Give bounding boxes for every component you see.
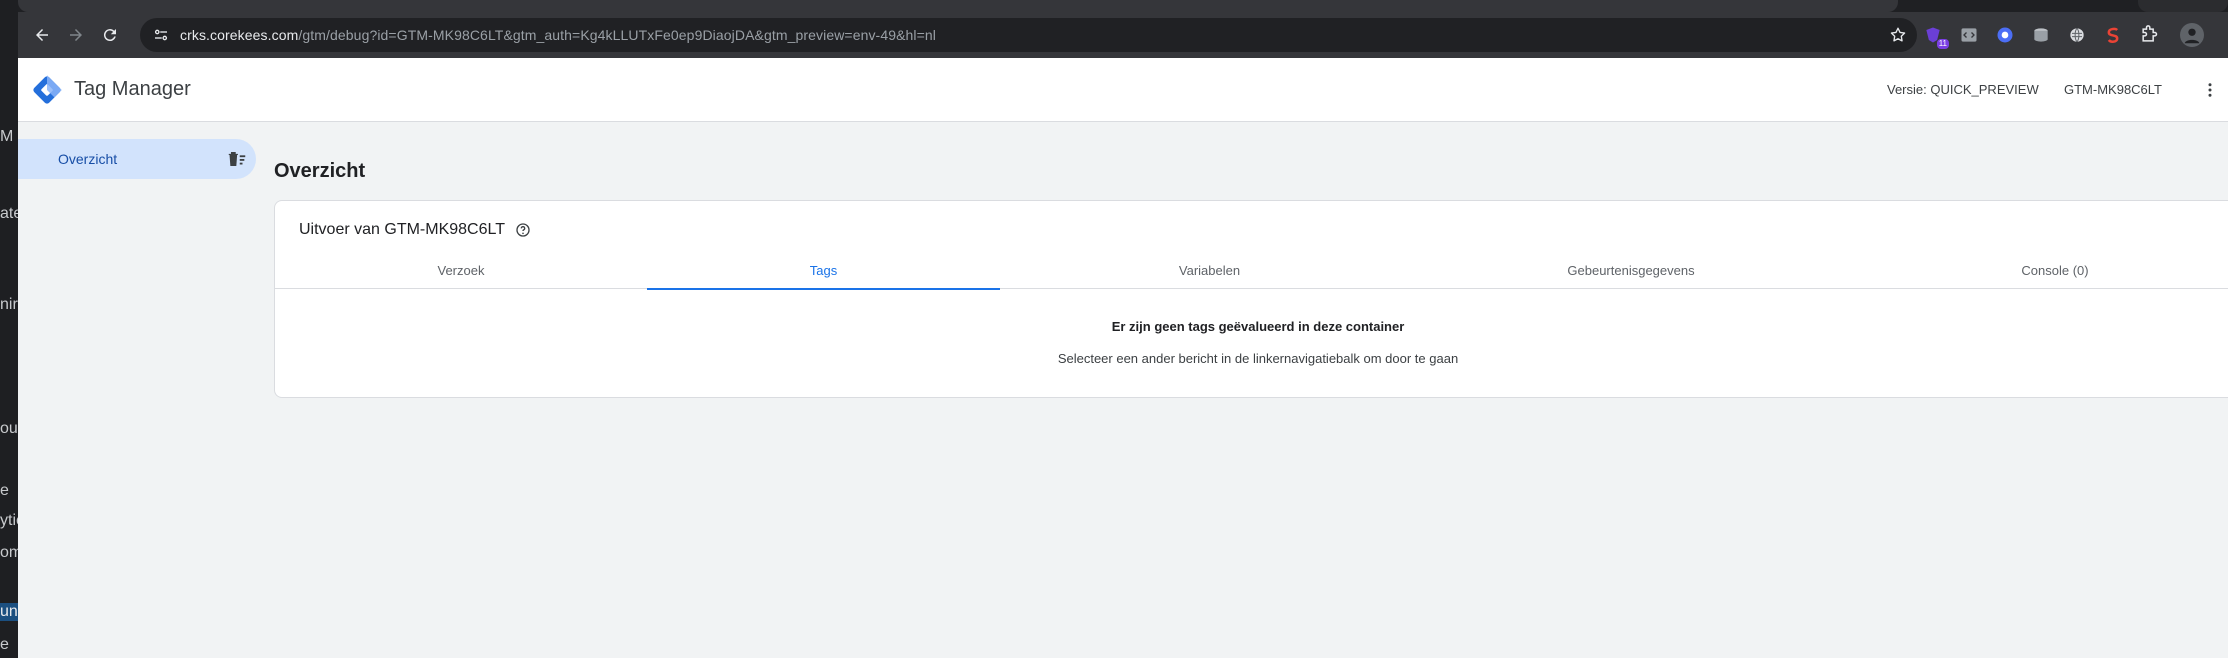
back-arrow-icon (36, 29, 48, 41)
sidebar-item-overzicht[interactable]: Overzicht (18, 139, 256, 179)
puzzle-extensions-icon (2142, 25, 2158, 42)
card-title: Uitvoer van GTM-MK98C6LT (299, 221, 505, 238)
background-text: om (0, 544, 18, 561)
reload-icon (103, 29, 116, 42)
background-text: ate (0, 205, 18, 222)
tab-bar: Verzoek Tags Variabelen Gebeurtenisgegev… (275, 251, 2228, 290)
url-path: /gtm/debug?id=GTM-MK98C6LT&gtm_auth=Kg4k… (298, 27, 937, 43)
bookmark-button[interactable] (1887, 24, 1909, 46)
tab-verzoek[interactable]: Verzoek (275, 251, 647, 289)
version-label: Versie: QUICK_PREVIEW (1887, 82, 2039, 97)
profile-avatar[interactable] (2180, 23, 2204, 47)
forward-arrow-icon (70, 29, 82, 41)
background-text: uni (0, 603, 18, 621)
database-icon (2034, 28, 2048, 42)
back-button[interactable] (28, 21, 56, 49)
output-card: Uitvoer van GTM-MK98C6LT Verzoek Tags Va… (274, 200, 2228, 398)
sidebar-item-label: Overzicht (58, 151, 118, 167)
forward-button[interactable] (62, 21, 90, 49)
globe-icon (2070, 27, 2084, 43)
tag-manager-app: Tag Manager Versie: QUICK_PREVIEW GTM-MK… (18, 58, 2228, 658)
blue-gear-icon (1997, 27, 2013, 43)
extension-button[interactable] (1956, 22, 1982, 48)
tab-console[interactable]: Console (0) (1843, 251, 2228, 289)
more-vert-icon (2208, 83, 2212, 97)
tag-manager-logo-icon (33, 75, 62, 104)
empty-state-title: Er zijn geen tags geëvalueerd in deze co… (1111, 319, 1405, 334)
browser-window: crks.corekees.com/gtm/debug?id=GTM-MK98C… (18, 0, 2228, 658)
code-box-icon (1961, 28, 1977, 42)
background-window: M ate nir our e ytic om uni e (0, 0, 18, 658)
bookmark-star-icon (1890, 27, 1906, 42)
extension-button[interactable]: 11 (1920, 22, 1949, 49)
site-settings-icon (154, 29, 168, 41)
tab-tags[interactable]: Tags (647, 251, 1000, 290)
background-text: our (0, 420, 18, 437)
browser-tab[interactable] (2138, 0, 2228, 12)
browser-toolbar: crks.corekees.com/gtm/debug?id=GTM-MK98C… (18, 12, 2228, 58)
extension-badge: 11 (1936, 39, 1949, 49)
help-icon[interactable] (515, 222, 531, 238)
url-text[interactable]: crks.corekees.com/gtm/debug?id=GTM-MK98C… (180, 27, 936, 43)
person-icon (2184, 28, 2200, 44)
red-s-icon (2107, 27, 2119, 43)
empty-state-subtitle: Selecteer een ander bericht in de linker… (1057, 351, 1459, 366)
screen: M ate nir our e ytic om uni e (0, 0, 2228, 658)
tab-gebeurtenisgegevens[interactable]: Gebeurtenisgegevens (1419, 251, 1843, 289)
tab-variabelen[interactable]: Variabelen (1000, 251, 1419, 289)
active-browser-tab[interactable] (18, 0, 1898, 12)
background-text: M (0, 128, 14, 145)
extension-button[interactable] (2100, 22, 2126, 48)
url-host: crks.corekees.com (180, 27, 299, 43)
reload-button[interactable] (96, 21, 124, 49)
site-info-button[interactable] (146, 20, 176, 50)
product-name: Tag Manager (74, 78, 191, 100)
extension-button[interactable] (2064, 22, 2090, 48)
extensions-area: 11 (1920, 20, 2204, 50)
delete-sweep-icon[interactable] (226, 148, 248, 170)
background-text: e (0, 636, 9, 653)
background-text: nir (0, 296, 18, 313)
address-bar[interactable]: crks.corekees.com/gtm/debug?id=GTM-MK98C… (140, 18, 1917, 52)
extension-button[interactable] (1992, 22, 2018, 48)
background-text: e (0, 482, 9, 499)
app-header: Tag Manager Versie: QUICK_PREVIEW GTM-MK… (18, 58, 2228, 122)
page-title: Overzicht (274, 160, 366, 182)
background-text: ytic (0, 512, 18, 529)
more-options-button[interactable] (2198, 78, 2222, 102)
container-id: GTM-MK98C6LT (2064, 82, 2162, 97)
tab-strip (18, 0, 2228, 12)
extensions-menu-button[interactable] (2136, 22, 2162, 48)
extension-button[interactable] (2028, 22, 2054, 48)
